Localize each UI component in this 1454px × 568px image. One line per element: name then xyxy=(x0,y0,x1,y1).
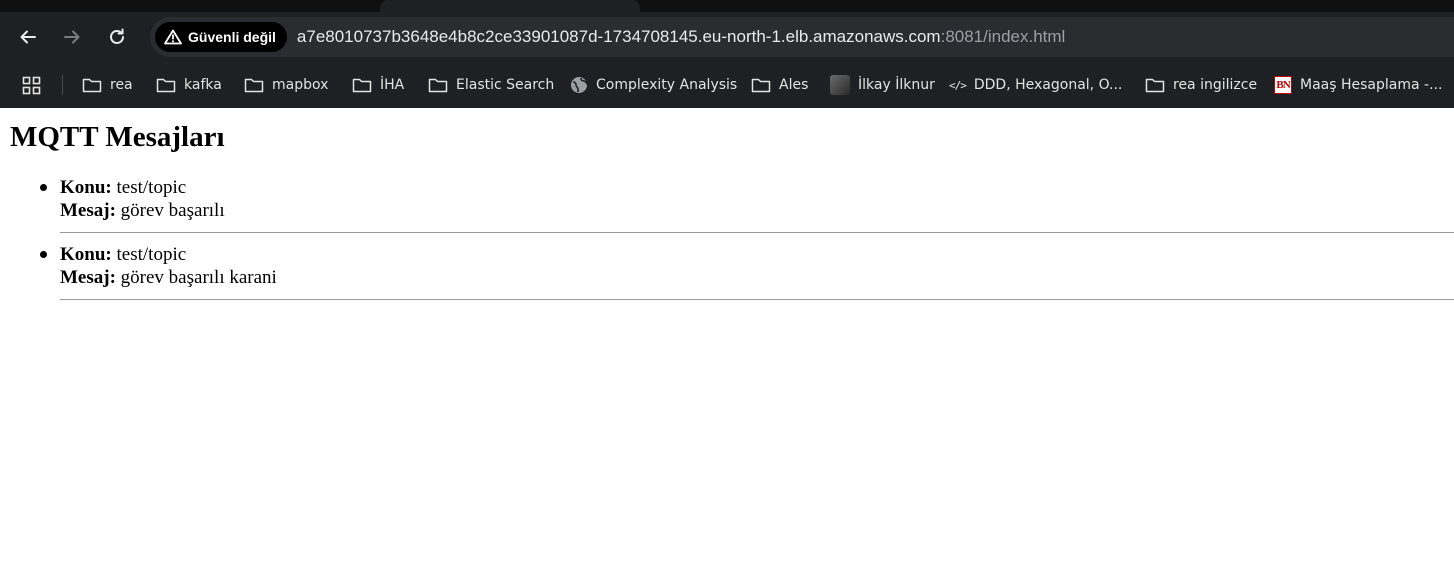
forward-button[interactable] xyxy=(54,19,90,55)
topic-line: Konu: test/topic xyxy=(60,243,1454,266)
divider xyxy=(60,232,1454,233)
bn-favicon-icon: BN xyxy=(1274,76,1292,94)
bookmark-label: rea ingilizce xyxy=(1173,77,1258,93)
bullet-icon xyxy=(40,251,47,258)
bookmark-label: Maaş Hesaplama -... xyxy=(1300,77,1443,93)
folder-icon xyxy=(244,77,264,93)
active-tab-edge[interactable] xyxy=(380,0,640,12)
bookmark-label: İlkay İlknur xyxy=(858,77,935,93)
globe-icon xyxy=(570,76,588,94)
bookmark-label: rea xyxy=(110,77,133,93)
message-line: Mesaj: görev başarılı karani xyxy=(60,266,1454,289)
bookmarks-bar: rea kafka mapbox İHA Elastic Search Comp… xyxy=(0,62,1454,108)
folder-icon xyxy=(428,77,448,93)
bookmark-ilkay-ilknur[interactable]: İlkay İlknur xyxy=(830,74,935,96)
arrow-right-icon xyxy=(64,30,80,44)
topic-value: test/topic xyxy=(116,177,187,198)
bookmark-label: Elastic Search xyxy=(456,77,555,93)
topic-label: Konu: xyxy=(60,177,112,198)
message-label: Mesaj: xyxy=(60,267,116,288)
apps-button[interactable] xyxy=(22,76,42,100)
topic-value: test/topic xyxy=(116,244,187,265)
url-host: a7e8010737b3648e4b8c2ce33901087d-1734708… xyxy=(296,27,941,46)
folder-icon xyxy=(156,77,176,93)
bookmark-kafka[interactable]: kafka xyxy=(156,74,222,96)
message-list: Konu: test/topic Mesaj: görev başarılı K… xyxy=(10,176,1454,300)
apps-grid-icon xyxy=(22,76,41,95)
bookmark-ddd-hexagonal[interactable]: </> DDD, Hexagonal, O... xyxy=(949,74,1122,96)
divider xyxy=(60,299,1454,300)
page-content: MQTT Mesajları Konu: test/topic Mesaj: g… xyxy=(0,120,1454,300)
bookmark-maas-hesaplama[interactable]: BN Maaş Hesaplama -... xyxy=(1274,74,1442,96)
code-icon: </> xyxy=(949,78,967,92)
bookmark-label: Ales xyxy=(779,77,809,93)
warning-icon xyxy=(164,29,182,45)
arrow-left-icon xyxy=(20,30,36,44)
list-item: Konu: test/topic Mesaj: görev başarılı xyxy=(40,176,1454,233)
bookmark-label: İHA xyxy=(380,77,405,93)
message-label: Mesaj: xyxy=(60,200,116,221)
topic-label: Konu: xyxy=(60,244,112,265)
bookmark-rea-ingilizce[interactable]: rea ingilizce xyxy=(1145,74,1257,96)
bookmark-label: mapbox xyxy=(272,77,329,93)
bookmark-label: DDD, Hexagonal, O... xyxy=(973,77,1123,93)
bookmark-label: Complexity Analysis xyxy=(596,77,738,93)
photo-favicon-icon xyxy=(830,75,850,95)
back-button[interactable] xyxy=(10,19,46,55)
folder-icon xyxy=(352,77,372,93)
list-item: Konu: test/topic Mesaj: görev başarılı k… xyxy=(40,243,1454,300)
bookmarks-divider xyxy=(62,75,63,95)
message-line: Mesaj: görev başarılı xyxy=(60,199,1454,222)
security-chip[interactable]: Güvenli değil xyxy=(155,22,287,52)
folder-icon xyxy=(82,77,102,93)
url-port-path: :8081/index.html xyxy=(940,27,1066,46)
folder-icon xyxy=(751,77,771,93)
bookmark-mapbox[interactable]: mapbox xyxy=(244,74,328,96)
browser-chrome: Güvenli değil a7e8010737b3648e4b8c2ce339… xyxy=(0,0,1454,108)
bookmark-rea[interactable]: rea xyxy=(82,74,133,96)
reload-icon xyxy=(110,28,124,44)
folder-icon xyxy=(1145,77,1165,93)
bookmark-label: kafka xyxy=(184,77,222,93)
bullet-icon xyxy=(40,184,47,191)
bookmark-iha[interactable]: İHA xyxy=(352,74,404,96)
url-text[interactable]: a7e8010737b3648e4b8c2ce33901087d-1734708… xyxy=(297,27,1065,47)
bookmark-elastic-search[interactable]: Elastic Search xyxy=(428,74,554,96)
page-title: MQTT Mesajları xyxy=(10,121,225,153)
bookmark-ales[interactable]: Ales xyxy=(751,74,808,96)
browser-toolbar: Güvenli değil a7e8010737b3648e4b8c2ce339… xyxy=(0,12,1454,62)
bookmark-complexity-analysis[interactable]: Complexity Analysis xyxy=(570,74,737,96)
topic-line: Konu: test/topic xyxy=(60,176,1454,199)
reload-button[interactable] xyxy=(99,19,135,55)
address-bar[interactable]: Güvenli değil a7e8010737b3648e4b8c2ce339… xyxy=(150,17,1454,57)
security-chip-label: Güvenli değil xyxy=(188,29,276,45)
tab-strip xyxy=(0,0,1454,12)
message-value: görev başarılı karani xyxy=(120,267,277,288)
message-value: görev başarılı xyxy=(120,200,225,221)
